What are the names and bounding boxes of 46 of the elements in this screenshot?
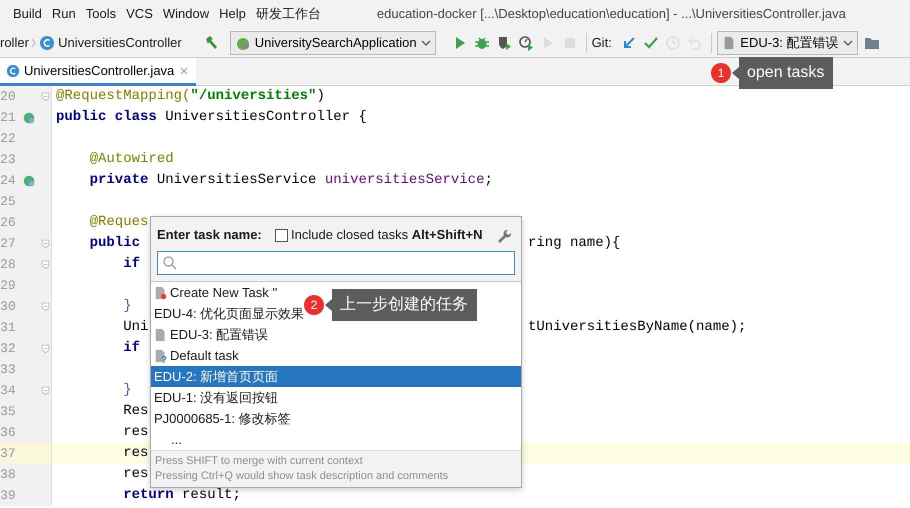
callout-tooltip: open tasks	[732, 57, 834, 89]
line-number: 38	[0, 466, 16, 484]
line-number: 21	[0, 108, 16, 127]
code-line: return result;	[122, 486, 241, 505]
line-number: 20	[0, 88, 16, 106]
line-number: 39	[0, 486, 16, 505]
code-line: res	[122, 423, 148, 442]
code-line: public	[88, 234, 140, 253]
line-number: 24	[0, 172, 16, 190]
code-line: public class UniversitiesController {	[56, 108, 367, 127]
code-line: ring name){	[528, 234, 620, 253]
code-line: @Autowired	[88, 150, 174, 169]
window-title: education-docker [...\Desktop\education\education] - ...\UniversitiesController.java	[376, 5, 846, 24]
line-number: 29	[0, 276, 16, 295]
callout-tooltip: 上一步创建的任务	[325, 289, 477, 321]
prompt-label: Enter task name:	[157, 226, 262, 244]
line-number: 35	[0, 402, 16, 421]
line-number: 37	[0, 444, 16, 463]
hint-text: Press SHIFT to merge with current context	[155, 454, 364, 469]
code-line: Res	[122, 402, 148, 421]
line-number: 30	[0, 298, 16, 316]
code-line: res	[122, 444, 148, 463]
line-number: 26	[0, 214, 16, 232]
line-number: 36	[0, 424, 16, 442]
code-line: @RequestMapping("/universities")	[56, 87, 325, 106]
line-number: 27	[0, 234, 16, 253]
line-number: 34	[0, 382, 16, 400]
code-line: if	[122, 255, 140, 274]
code-line: }	[122, 297, 132, 316]
code-line: Uni	[122, 318, 148, 337]
line-number: 28	[0, 256, 16, 274]
git-label: Git:	[592, 34, 612, 52]
line-number: 22	[0, 130, 16, 148]
line-number: 32	[0, 340, 16, 358]
line-number: 23	[0, 150, 16, 169]
code-line: res	[122, 465, 148, 484]
code-line: @Reques	[88, 213, 148, 232]
hint-text: Pressing Ctrl+Q would show task description and comments	[155, 469, 450, 484]
code-line: if	[122, 339, 140, 358]
line-number: 33	[0, 360, 16, 379]
code-line: private UniversitiesService universitiesService;	[88, 171, 493, 190]
checkbox-label: Include closed tasks Alt+Shift+N	[291, 226, 482, 244]
line-number: 25	[0, 192, 16, 211]
code-line: }	[122, 381, 132, 400]
line-number: 31	[0, 318, 16, 337]
code-line: tUniversitiesByName(name);	[528, 318, 746, 337]
